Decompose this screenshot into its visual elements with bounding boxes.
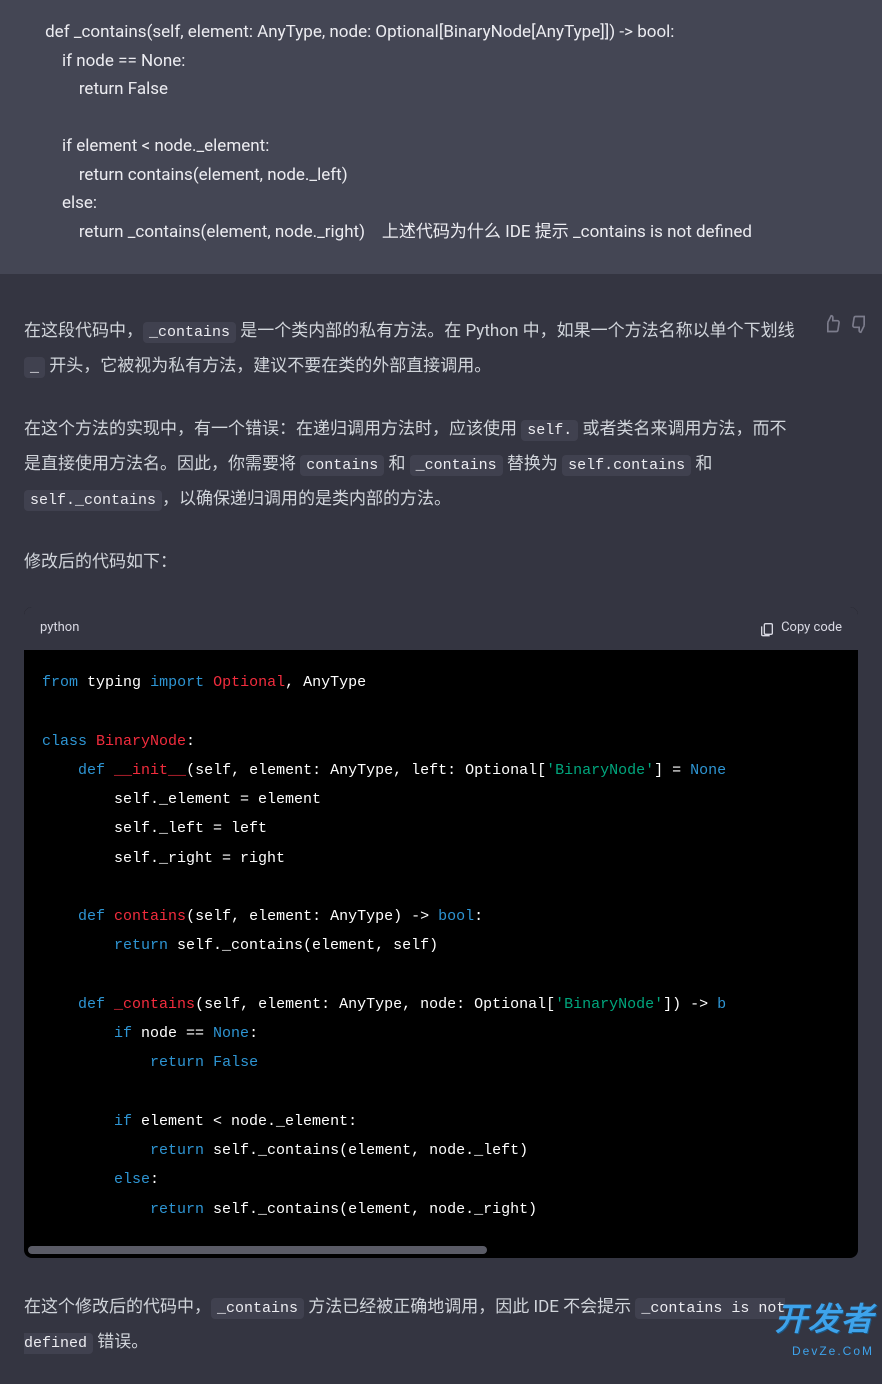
thumbs-down-icon[interactable]	[850, 314, 870, 334]
inline-code: _contains	[410, 455, 503, 476]
user-message: def _contains(self, element: AnyType, no…	[0, 0, 882, 274]
paragraph-1: 在这段代码中，_contains 是一个类内部的私有方法。在 Python 中，…	[24, 314, 858, 384]
inline-code: self._contains	[24, 490, 162, 511]
assistant-message: 在这段代码中，_contains 是一个类内部的私有方法。在 Python 中，…	[0, 274, 882, 1383]
inline-code: contains	[300, 455, 384, 476]
thumbs-up-icon[interactable]	[822, 314, 842, 334]
code-header: python Copy code	[24, 607, 858, 650]
inline-code: self.	[521, 420, 578, 441]
horizontal-scrollbar[interactable]	[28, 1246, 487, 1254]
inline-code: self.contains	[562, 455, 691, 476]
clipboard-icon	[759, 621, 775, 637]
copy-code-label: Copy code	[781, 617, 842, 640]
paragraph-4: 在这个修改后的代码中，_contains 方法已经被正确地调用，因此 IDE 不…	[24, 1290, 858, 1360]
inline-code: _contains	[211, 1298, 304, 1319]
paragraph-2: 在这个方法的实现中，有一个错误：在递归调用方法时，应该使用 self. 或者类名…	[24, 412, 858, 517]
user-code-block: def _contains(self, element: AnyType, no…	[24, 18, 858, 246]
paragraph-3: 修改后的代码如下：	[24, 545, 858, 580]
user-question: 上述代码为什么 IDE 提示 _contains is not defined	[382, 222, 752, 242]
feedback-controls	[822, 314, 870, 334]
inline-code: _	[24, 357, 45, 378]
user-code-text: def _contains(self, element: AnyType, no…	[24, 22, 674, 242]
code-block: python Copy code from typing import Opti…	[24, 607, 858, 1258]
inline-code: _contains	[143, 322, 236, 343]
copy-code-button[interactable]: Copy code	[759, 617, 842, 640]
code-language-label: python	[40, 617, 79, 640]
code-body[interactable]: from typing import Optional, AnyType cla…	[24, 650, 858, 1246]
